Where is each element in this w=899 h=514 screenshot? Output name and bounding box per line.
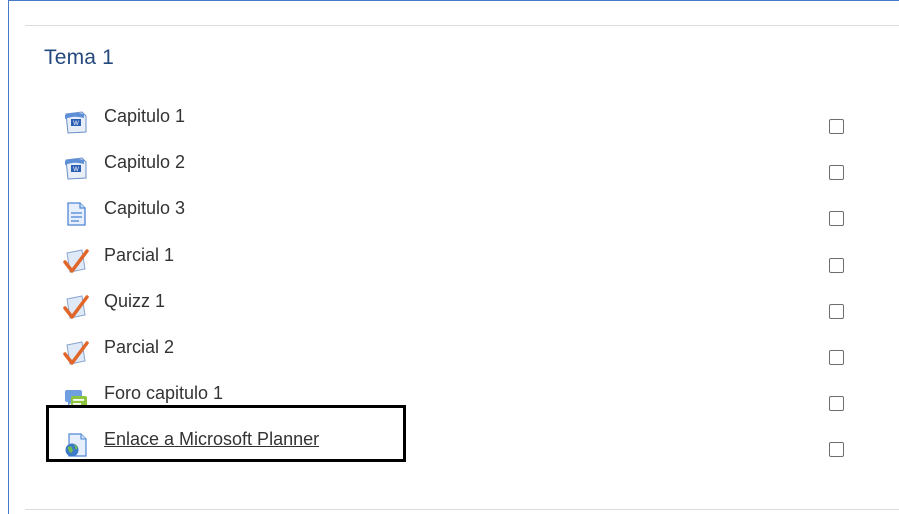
completion-checkbox[interactable] (829, 396, 844, 411)
completion-checkbox[interactable] (829, 442, 844, 457)
completion-checkbox[interactable] (829, 258, 844, 273)
activity-row: Quizz 1 (0, 291, 899, 342)
activity-row: Capitulo 3 (0, 198, 899, 249)
page-document-icon (62, 200, 90, 228)
svg-text:W: W (73, 121, 79, 127)
activity-row: Parcial 1 (0, 245, 899, 296)
section-top-divider (25, 25, 899, 26)
activity-row: Parcial 2 (0, 337, 899, 388)
activity-link-capitulo-3[interactable]: Capitulo 3 (104, 198, 185, 219)
activity-row: W Capitulo 2 (0, 152, 899, 203)
quiz-check-icon (62, 293, 90, 321)
quiz-check-icon (62, 339, 90, 367)
word-document-icon: W (62, 154, 90, 182)
activity-link-foro-capitulo-1[interactable]: Foro capitulo 1 (104, 383, 223, 404)
svg-text:W: W (73, 167, 79, 173)
completion-checkbox[interactable] (829, 211, 844, 226)
activity-link-quizz-1[interactable]: Quizz 1 (104, 291, 165, 312)
content-frame-top-border (8, 0, 899, 1)
completion-checkbox[interactable] (829, 165, 844, 180)
activity-link-parcial-1[interactable]: Parcial 1 (104, 245, 174, 266)
section-title: Tema 1 (44, 46, 115, 69)
activity-link-parcial-2[interactable]: Parcial 2 (104, 337, 174, 358)
word-document-icon: W (62, 108, 90, 136)
section-bottom-divider (25, 509, 899, 510)
highlight-annotation-box (46, 405, 406, 462)
completion-checkbox[interactable] (829, 350, 844, 365)
quiz-check-icon (62, 247, 90, 275)
activity-link-capitulo-2[interactable]: Capitulo 2 (104, 152, 185, 173)
activity-row: W Capitulo 1 (0, 106, 899, 157)
completion-checkbox[interactable] (829, 304, 844, 319)
completion-checkbox[interactable] (829, 119, 844, 134)
activity-link-capitulo-1[interactable]: Capitulo 1 (104, 106, 185, 127)
